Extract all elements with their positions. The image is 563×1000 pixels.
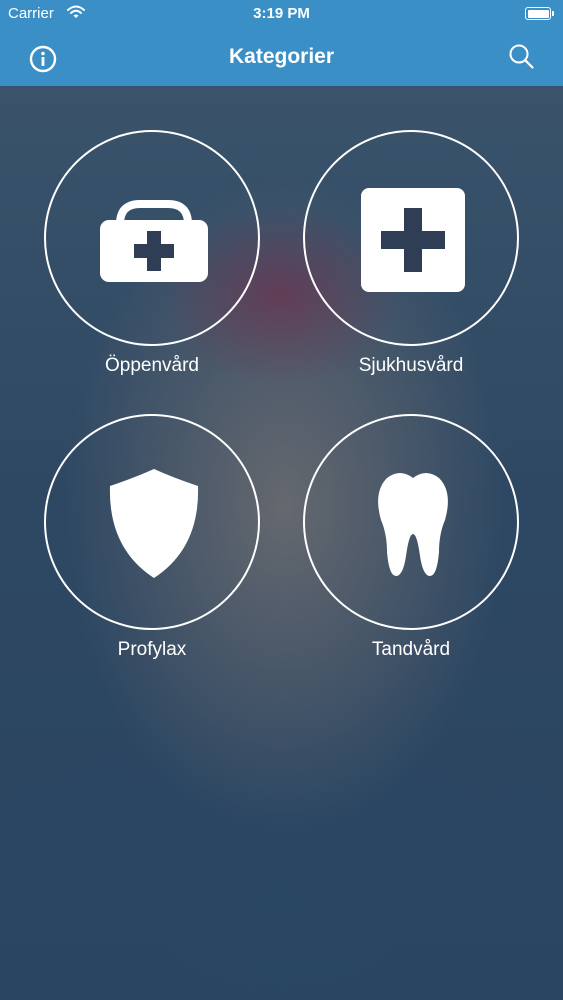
search-icon <box>509 44 534 69</box>
navigation-bar: Kategorier <box>0 28 563 86</box>
category-label: Tandvård <box>371 639 451 660</box>
category-circle <box>303 414 519 630</box>
hospital-cross-icon <box>361 188 465 292</box>
category-tandvard[interactable]: Tandvård <box>303 414 519 661</box>
category-label: Profylax <box>117 639 187 660</box>
shield-icon <box>109 469 199 578</box>
category-circle <box>44 130 260 346</box>
battery-icon <box>525 7 554 20</box>
category-oppenvard[interactable]: Öppenvård <box>44 130 260 377</box>
category-label: Sjukhusvård <box>358 355 464 376</box>
status-time: 3:19 PM <box>253 5 310 22</box>
status-bar: Carrier 3:19 PM <box>0 0 563 28</box>
category-sjukhusvard[interactable]: Sjukhusvård <box>303 130 519 377</box>
search-button[interactable] <box>507 42 537 72</box>
medical-bag-icon <box>100 200 208 282</box>
category-circle <box>44 414 260 630</box>
tooth-icon <box>378 473 448 576</box>
page-title: Kategorier <box>228 45 335 68</box>
category-circle <box>303 130 519 346</box>
category-profylax[interactable]: Profylax <box>44 414 260 661</box>
category-label: Öppenvård <box>104 355 199 376</box>
